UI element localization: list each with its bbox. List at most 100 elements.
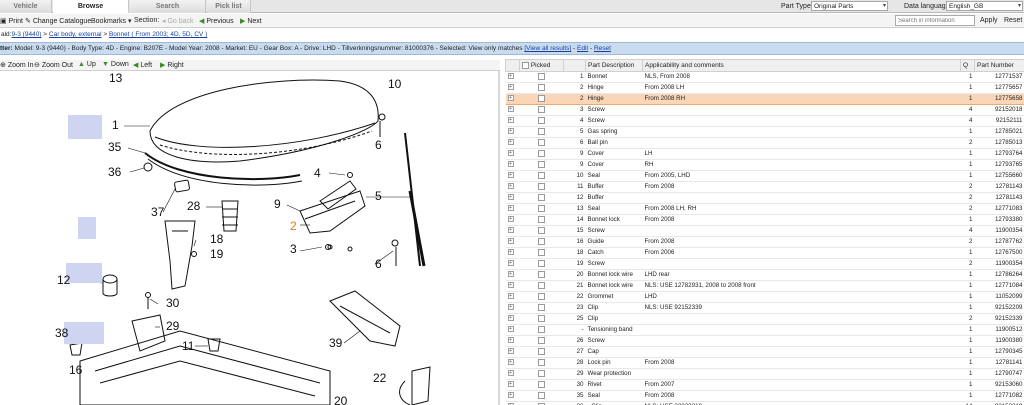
picked-checkbox[interactable] xyxy=(538,369,545,377)
table-row[interactable]: +22 Grommet LHD 1 11052099 xyxy=(505,291,1024,303)
reset-filter-link[interactable]: Reset xyxy=(594,45,611,52)
breadcrumb-item-model[interactable]: 9-3 (9440) xyxy=(11,31,41,38)
callout-6[interactable]: 6 xyxy=(375,138,382,152)
table-row[interactable]: +35 Seal From 2008 1 12771082 xyxy=(505,390,1024,402)
expand-icon[interactable]: + xyxy=(507,260,514,267)
go-back-button[interactable]: ◂ Go back xyxy=(162,17,194,25)
table-row[interactable]: +21 Bonnet lock wire NLS: USE 12782931, 20… xyxy=(505,280,1024,292)
expand-icon[interactable]: + xyxy=(507,227,514,234)
callout-6b[interactable]: 6 xyxy=(375,257,382,271)
picked-checkbox[interactable] xyxy=(538,83,545,91)
expand-icon[interactable]: + xyxy=(507,359,514,366)
expand-icon[interactable]: + xyxy=(507,392,514,399)
tab-pick-list[interactable]: Pick list xyxy=(207,0,251,13)
expand-icon[interactable]: + xyxy=(507,293,514,300)
picked-checkbox[interactable] xyxy=(538,314,545,322)
picked-checkbox[interactable] xyxy=(538,182,545,190)
expand-icon[interactable]: + xyxy=(507,117,514,124)
callout-2[interactable]: 2 xyxy=(290,219,297,233)
expand-icon[interactable]: + xyxy=(507,205,514,212)
expand-icon[interactable]: + xyxy=(507,128,514,135)
callout-22[interactable]: 22 xyxy=(373,371,386,385)
expand-icon[interactable]: + xyxy=(507,326,514,333)
column-header-part-description[interactable]: Part Description xyxy=(585,59,643,72)
breadcrumb-item-section[interactable]: Bonnet ( From 2003; 4D, 5D, CV ) xyxy=(109,31,207,38)
picked-checkbox[interactable] xyxy=(538,105,545,113)
picked-checkbox[interactable] xyxy=(538,127,545,135)
callout-19[interactable]: 19 xyxy=(210,247,223,261)
picked-checkbox[interactable] xyxy=(538,336,545,344)
picked-checkbox[interactable] xyxy=(538,215,545,223)
callout-13[interactable]: 13 xyxy=(109,71,122,85)
zoom-in-button[interactable]: ⊕ Zoom In xyxy=(0,61,34,69)
expand-icon[interactable]: + xyxy=(507,271,514,278)
picked-checkbox[interactable] xyxy=(538,116,545,124)
select-all-checkbox[interactable] xyxy=(522,61,529,69)
view-all-results-link[interactable]: [View all results] xyxy=(524,45,571,52)
expand-icon[interactable]: + xyxy=(507,139,514,146)
expand-icon[interactable]: + xyxy=(507,282,514,289)
table-row[interactable]: +12 Buffer 2 12781143 xyxy=(505,192,1024,204)
table-row[interactable]: +18 Catch From 2006 1 12767500 xyxy=(505,247,1024,259)
expand-icon[interactable]: + xyxy=(507,106,514,113)
change-catalogue-button[interactable]: ✎ Change Catalogue xyxy=(25,17,91,25)
table-row[interactable]: +11 Buffer From 2008 2 12781143 xyxy=(505,181,1024,193)
picked-checkbox[interactable] xyxy=(538,347,545,355)
tab-vehicle[interactable]: Vehicle xyxy=(0,0,52,13)
callout-20[interactable]: 20 xyxy=(334,394,347,405)
picked-checkbox[interactable] xyxy=(538,171,545,179)
expand-icon[interactable]: + xyxy=(507,73,514,80)
table-row[interactable]: +3 Screw 4 92152018 xyxy=(505,104,1024,116)
expand-icon[interactable]: + xyxy=(507,304,514,311)
table-row[interactable]: +20 Bonnet lock wire LHD rear 1 12786264 xyxy=(505,269,1024,281)
picked-checkbox[interactable] xyxy=(538,193,545,201)
expand-icon[interactable]: + xyxy=(507,315,514,322)
bookmarks-button[interactable]: Bookmarks ▾ xyxy=(91,17,131,25)
table-row[interactable]: +6 Ball pin 2 12785013 xyxy=(505,137,1024,149)
expand-icon[interactable]: + xyxy=(507,216,514,223)
expand-icon[interactable]: + xyxy=(507,249,514,256)
callout-37[interactable]: 37 xyxy=(151,205,164,219)
expand-icon[interactable]: + xyxy=(507,370,514,377)
callout-18[interactable]: 18 xyxy=(210,232,223,246)
picked-checkbox[interactable] xyxy=(538,204,545,212)
tab-browse[interactable]: Browse xyxy=(53,0,129,13)
picked-checkbox[interactable] xyxy=(538,72,545,80)
picked-checkbox[interactable] xyxy=(538,94,545,102)
picked-checkbox[interactable] xyxy=(538,292,545,300)
table-row[interactable]: +30 Rivet From 2007 1 92153060 xyxy=(505,379,1024,391)
expand-icon[interactable]: + xyxy=(507,95,514,102)
table-row[interactable]: +15 Screw 4 11900354 xyxy=(505,225,1024,237)
table-row[interactable]: +10 Seal From 2005, LHD 1 12755660 xyxy=(505,170,1024,182)
table-row[interactable]: +16 Guide From 2008 2 12787762 xyxy=(505,236,1024,248)
picked-checkbox[interactable] xyxy=(538,380,545,388)
table-row[interactable]: +5 Gas spring 1 12785021 xyxy=(505,126,1024,138)
next-button[interactable]: ▶ Next xyxy=(240,17,262,25)
zoom-out-button[interactable]: ⊖ Zoom Out xyxy=(34,61,73,69)
callout-38[interactable]: 38 xyxy=(55,326,68,340)
picked-checkbox[interactable] xyxy=(538,160,545,168)
part-type-select[interactable]: Original Parts ▾ xyxy=(811,1,888,11)
breadcrumb-item-group[interactable]: Car body, external xyxy=(49,31,102,38)
table-row[interactable]: +4 Screw 4 92152111 xyxy=(505,115,1024,127)
column-header-picked[interactable]: Picked xyxy=(519,59,564,72)
table-row[interactable]: +9 Cover RH 1 12793765 xyxy=(505,159,1024,171)
callout-28[interactable]: 28 xyxy=(187,199,200,213)
table-row[interactable]: +28 Lock pin From 2008 1 12781141 xyxy=(505,357,1024,369)
column-header-part-number[interactable]: Part Number xyxy=(974,59,1024,72)
callout-11[interactable]: 11 xyxy=(182,339,194,353)
picked-checkbox[interactable] xyxy=(538,226,545,234)
column-header-applicability[interactable]: Applicability and comments xyxy=(642,59,961,72)
picked-checkbox[interactable] xyxy=(538,270,545,278)
table-row[interactable]: +9 Cover LH 1 12793764 xyxy=(505,148,1024,160)
search-input[interactable] xyxy=(895,15,975,26)
picked-checkbox[interactable] xyxy=(538,138,545,146)
callout-12[interactable]: 12 xyxy=(57,273,70,287)
table-row[interactable]: +14 Bonnet lock From 2008 1 12793380 xyxy=(505,214,1024,226)
picked-checkbox[interactable] xyxy=(538,391,545,399)
pan-down-button[interactable]: ▼ Down xyxy=(102,61,129,68)
table-row[interactable]: +19 Screw 2 11900354 xyxy=(505,258,1024,270)
expand-icon[interactable]: + xyxy=(507,161,514,168)
callout-29[interactable]: 29 xyxy=(166,319,179,333)
table-row[interactable]: +26 Screw 1 11900380 xyxy=(505,335,1024,347)
